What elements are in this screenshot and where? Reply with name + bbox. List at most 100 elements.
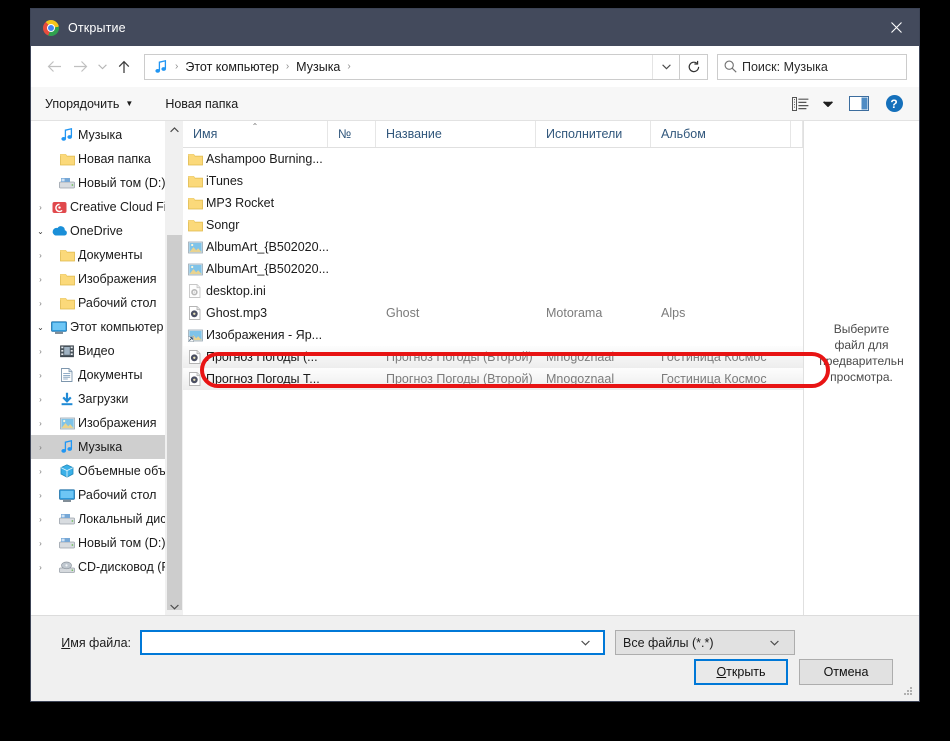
title-bar: Открытие [31, 9, 919, 46]
back-button[interactable] [41, 54, 67, 80]
sidebar-item-17[interactable]: › Новый том (D:) [31, 531, 183, 555]
sidebar-item-13[interactable]: › Музыка [31, 435, 183, 459]
sidebar-icon-wrap [56, 417, 78, 430]
column-header-0[interactable]: Имя ⌃ [183, 121, 328, 147]
table-row[interactable]: Прогноз Погоды Т... Прогноз Погоды (Второ… [183, 368, 803, 390]
sidebar-item-18[interactable]: › CD-дисковод (F: [31, 555, 183, 579]
table-row[interactable]: iTunes [183, 170, 803, 192]
sidebar-item-label: CD-дисковод (F: [78, 560, 173, 574]
file-icon-wrap [184, 284, 206, 298]
sidebar-item-4[interactable]: ⌄ OneDrive [31, 219, 183, 243]
table-row[interactable]: Прогноз Погоды (... Прогноз Погоды (Второ… [183, 346, 803, 368]
table-row[interactable]: MP3 Rocket [183, 192, 803, 214]
table-row[interactable]: AlbumArt_{B502020... [183, 258, 803, 280]
resize-grip[interactable] [904, 687, 914, 697]
chevron-right-icon[interactable]: › [33, 467, 48, 476]
folder-icon [59, 153, 75, 166]
chevron-right-icon[interactable]: › [33, 539, 48, 548]
sidebar-item-1[interactable]: › Новая папка [31, 147, 183, 171]
chevron-down-icon[interactable]: ⌄ [33, 227, 48, 236]
recent-locations-button[interactable] [93, 54, 111, 80]
column-header-1[interactable]: № [328, 121, 376, 147]
column-header-3[interactable]: Исполнители [536, 121, 651, 147]
sidebar-icon-wrap [56, 392, 78, 406]
sidebar-item-0[interactable]: › Музыка [31, 123, 183, 147]
breadcrumb-item-0[interactable]: Этот компьютер [181, 60, 282, 74]
navigation-sidebar[interactable]: › Музыка › Новая папка › Новый том (D:) › Creat… [31, 121, 183, 615]
3dobjects-icon [60, 464, 74, 478]
sidebar-item-9[interactable]: › Видео [31, 339, 183, 363]
filename-input[interactable] [140, 630, 605, 655]
table-row[interactable]: AlbumArt_{B502020... [183, 236, 803, 258]
sidebar-icon-wrap [48, 201, 70, 214]
search-box[interactable]: Поиск: Музыка [717, 53, 907, 80]
open-button[interactable]: Открыть [694, 659, 788, 685]
sidebar-item-14[interactable]: › Объемные объ [31, 459, 183, 483]
up-button[interactable] [111, 54, 137, 80]
table-row[interactable]: desktop.ini [183, 280, 803, 302]
help-button[interactable]: ? [879, 91, 909, 117]
chevron-down-icon[interactable]: ⌄ [33, 323, 48, 332]
sidebar-item-11[interactable]: › Загрузки [31, 387, 183, 411]
table-row[interactable]: Ghost.mp3 Ghost Motorama Alps [183, 302, 803, 324]
preview-pane-icon[interactable] [839, 91, 879, 117]
chevron-right-icon[interactable]: › [33, 419, 48, 428]
cd-drive-icon [59, 561, 75, 574]
chevron-right-icon[interactable]: › [33, 491, 48, 500]
sidebar-item-10[interactable]: › Документы [31, 363, 183, 387]
sidebar-item-6[interactable]: › Изображения [31, 267, 183, 291]
column-header-4[interactable]: Альбом [651, 121, 791, 147]
table-row[interactable]: Songr [183, 214, 803, 236]
sidebar-item-15[interactable]: › Рабочий стол [31, 483, 183, 507]
chevron-right-icon[interactable]: › [33, 515, 48, 524]
chevron-down-icon[interactable] [652, 54, 679, 79]
sidebar-item-2[interactable]: › Новый том (D:) [31, 171, 183, 195]
view-dropdown-caret[interactable] [817, 91, 839, 117]
sidebar-icon-wrap [56, 488, 78, 502]
image-icon [187, 263, 203, 276]
breadcrumb-item-1[interactable]: Музыка [292, 60, 344, 74]
chevron-right-icon[interactable]: › [33, 395, 48, 404]
file-icon-wrap [184, 263, 206, 276]
filetype-select[interactable]: Все файлы (*.*) [615, 630, 795, 655]
sidebar-icon-wrap [56, 344, 78, 358]
chevron-right-icon[interactable]: › [33, 563, 48, 572]
file-name-label: iTunes [206, 174, 244, 188]
table-row[interactable]: Ashampoo Burning... [183, 148, 803, 170]
sidebar-item-7[interactable]: › Рабочий стол [31, 291, 183, 315]
organize-button[interactable]: Упорядочить ▼ [45, 97, 133, 111]
cancel-button[interactable]: Отмена [799, 659, 893, 685]
view-list-icon[interactable] [783, 91, 817, 117]
sidebar-icon-wrap [56, 368, 78, 382]
breadcrumb-bar[interactable]: › Этот компьютер › Музыка › [144, 53, 680, 80]
sidebar-item-16[interactable]: › Локальный дис [31, 507, 183, 531]
chevron-right-icon[interactable]: › [33, 299, 48, 308]
sidebar-scrollbar[interactable] [165, 121, 183, 615]
search-input[interactable]: Поиск: Музыка [742, 60, 828, 74]
chevron-right-icon[interactable]: › [33, 203, 48, 212]
file-name-label: AlbumArt_{B502020... [206, 240, 328, 254]
chevron-right-icon[interactable]: › [33, 443, 48, 452]
chevron-down-icon[interactable] [166, 598, 183, 615]
chevron-down-icon[interactable] [581, 640, 603, 646]
chevron-right-icon[interactable]: › [33, 371, 48, 380]
refresh-button[interactable] [680, 53, 708, 80]
sidebar-scroll-thumb[interactable] [167, 235, 182, 610]
settings-file-icon [189, 284, 201, 298]
chevron-right-icon[interactable]: › [33, 275, 48, 284]
new-folder-button[interactable]: Новая папка [165, 97, 238, 111]
table-row[interactable]: Изображения - Яр... [183, 324, 803, 346]
video-icon [60, 344, 74, 358]
chevron-right-icon[interactable]: › [33, 347, 48, 356]
sidebar-item-8[interactable]: ⌄ Этот компьютер [31, 315, 183, 339]
sidebar-item-5[interactable]: › Документы [31, 243, 183, 267]
close-button[interactable] [873, 9, 919, 46]
chevron-down-icon[interactable] [770, 640, 794, 646]
filename-row: Имя файла: Все файлы (*.*) [31, 616, 893, 655]
column-header-2[interactable]: Название [376, 121, 536, 147]
sidebar-item-3[interactable]: › Creative Cloud Fil [31, 195, 183, 219]
sidebar-item-12[interactable]: › Изображения [31, 411, 183, 435]
forward-button[interactable] [67, 54, 93, 80]
chevron-up-icon[interactable] [166, 121, 183, 138]
chevron-right-icon[interactable]: › [33, 251, 48, 260]
